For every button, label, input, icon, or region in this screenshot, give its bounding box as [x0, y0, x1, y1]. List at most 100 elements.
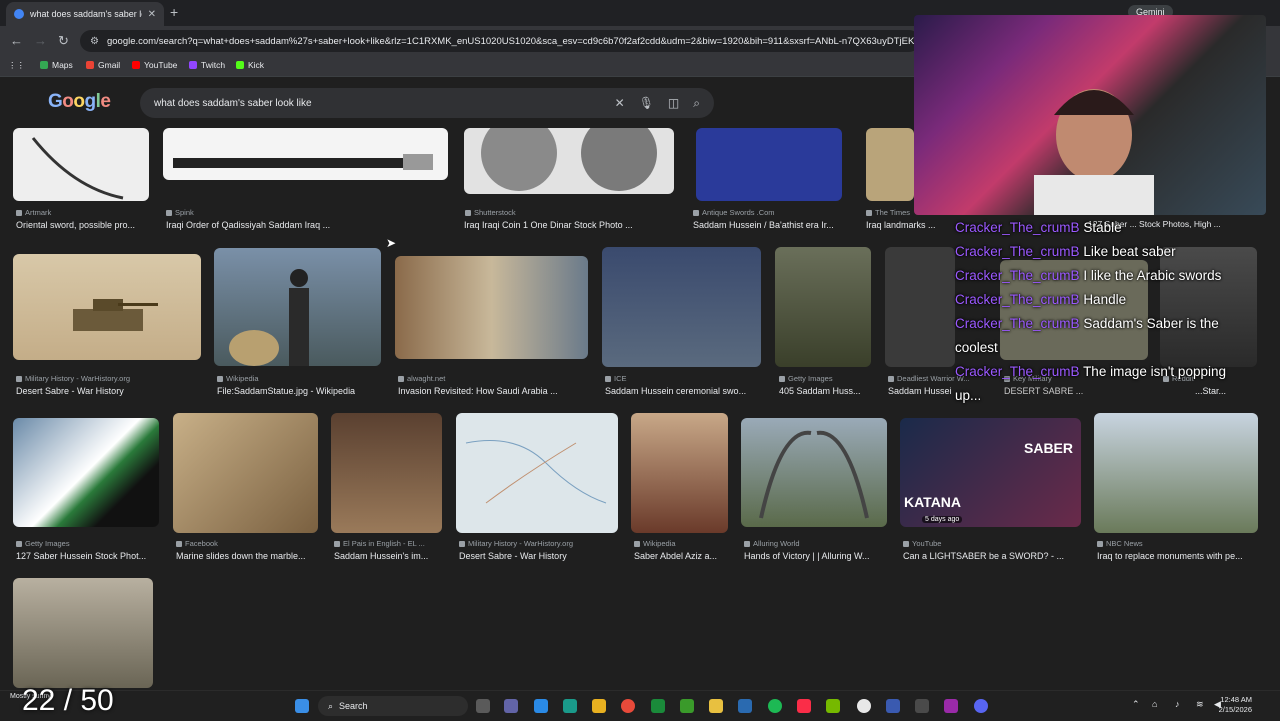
site-info-icon[interactable]: ⚙	[90, 36, 99, 47]
result-title[interactable]: File:SaddamStatue.jpg - Wikipedia	[217, 386, 382, 396]
result-image[interactable]	[885, 247, 955, 367]
minecraft-icon[interactable]	[680, 699, 694, 713]
result-source[interactable]: El Pais in English - EL ...	[334, 539, 425, 548]
result-image[interactable]	[173, 413, 318, 533]
discord-icon[interactable]	[974, 699, 988, 713]
close-tab-icon[interactable]: ✕	[148, 9, 156, 20]
result-image[interactable]	[13, 418, 159, 527]
result-image[interactable]	[13, 578, 153, 688]
result-image[interactable]: KATANA SABER 5 days ago	[900, 418, 1081, 527]
result-image[interactable]	[696, 128, 842, 201]
reload-icon[interactable]: ↻	[58, 33, 69, 49]
result-image[interactable]	[631, 413, 728, 533]
result-title[interactable]: Marine slides down the marble...	[176, 551, 321, 561]
microphone-icon[interactable]: 🎙	[639, 96, 654, 110]
result-source[interactable]: Getty Images	[779, 374, 833, 383]
nvidia-icon[interactable]	[826, 699, 840, 713]
microphone-icon[interactable]: ♪	[1175, 699, 1180, 709]
result-image[interactable]	[331, 413, 442, 533]
result-image[interactable]	[464, 128, 674, 194]
result-source[interactable]: ICE	[605, 374, 627, 383]
result-title[interactable]: Hands of Victory | | Alluring W...	[744, 551, 889, 561]
result-image[interactable]	[13, 254, 201, 360]
app-icon[interactable]	[738, 699, 752, 713]
wifi-icon[interactable]: ≋	[1196, 699, 1204, 710]
steam-icon[interactable]	[857, 699, 871, 713]
network-icon[interactable]: ⌂	[1152, 699, 1157, 709]
store-icon[interactable]	[592, 699, 606, 713]
bookmark-youtube[interactable]: YouTube	[132, 60, 177, 70]
result-title[interactable]: 405 Saddam Huss...	[779, 386, 871, 396]
browser-tab[interactable]: what does saddam's saber look li ✕	[6, 2, 164, 26]
result-title[interactable]: Iraqi Order of Qadissiyah Saddam Iraq ..…	[166, 220, 446, 230]
back-icon[interactable]: ←	[10, 33, 23, 48]
result-source[interactable]: Shutterstock	[465, 208, 516, 217]
result-source[interactable]: Alluring World	[744, 539, 800, 548]
clear-icon[interactable]: ✕	[615, 96, 625, 110]
result-source[interactable]: Getty Images	[16, 539, 70, 548]
result-title[interactable]: Invasion Revisited: How Saudi Arabia ...	[398, 386, 588, 396]
result-image[interactable]	[866, 128, 914, 201]
result-image[interactable]	[163, 128, 448, 180]
result-source[interactable]: Wikipedia	[634, 539, 676, 548]
result-title[interactable]: Saddam Hussein ceremonial swo...	[605, 386, 763, 396]
app-icon[interactable]	[915, 699, 929, 713]
new-tab-button[interactable]: +	[170, 4, 178, 20]
result-title[interactable]: Iraq Iraqi Coin 1 One Dinar Stock Photo …	[464, 220, 674, 230]
edge-icon[interactable]	[563, 699, 577, 713]
result-source[interactable]: alwaght.net	[398, 374, 445, 383]
teams-icon[interactable]	[504, 699, 518, 713]
result-image[interactable]	[456, 413, 618, 533]
chrome-icon[interactable]	[621, 699, 635, 713]
result-title[interactable]: Desert Sabre - War History	[16, 386, 201, 396]
result-source[interactable]: YouTube	[903, 539, 941, 548]
show-hidden-icons[interactable]: ⌃	[1132, 699, 1140, 710]
result-title[interactable]: Saddam Hussein	[888, 386, 952, 396]
result-image[interactable]	[1094, 413, 1258, 533]
result-image[interactable]	[395, 256, 588, 359]
result-title[interactable]: Saddam Hussein / Ba'athist era Ir...	[693, 220, 845, 230]
result-source[interactable]: Spink	[166, 208, 194, 217]
app-icon[interactable]	[886, 699, 900, 713]
bookmark-twitch[interactable]: Twitch	[189, 60, 225, 70]
result-source[interactable]: Antique Swords .Com	[693, 208, 775, 217]
result-title[interactable]: Desert Sabre - War History	[459, 551, 619, 561]
result-source[interactable]: The Times	[866, 208, 910, 217]
apps-icon[interactable]: ⋮⋮	[8, 60, 25, 71]
file-explorer-icon[interactable]	[709, 699, 723, 713]
result-title[interactable]: 127 Saber Hussein Stock Phot...	[16, 551, 161, 561]
result-source[interactable]: Military History - WarHistory.org	[16, 374, 130, 383]
result-source[interactable]: NBC News	[1097, 539, 1143, 548]
spotify-icon[interactable]	[768, 699, 782, 713]
system-clock[interactable]: 12:48 AM 2/15/2026	[1219, 695, 1252, 715]
result-source[interactable]: Wikipedia	[217, 374, 259, 383]
search-icon[interactable]: ⌕	[693, 96, 700, 111]
result-image[interactable]	[741, 418, 887, 527]
result-source[interactable]: Military History - WarHistory.org	[459, 539, 573, 548]
result-image[interactable]	[13, 128, 149, 201]
bookmark-maps[interactable]: Maps	[40, 60, 73, 70]
windows-start-icon[interactable]	[295, 699, 309, 713]
result-title[interactable]: Saber Abdel Aziz a...	[634, 551, 729, 561]
google-logo[interactable]: Google	[48, 91, 111, 113]
result-title[interactable]: Oriental sword, possible pro...	[16, 220, 156, 230]
music-icon[interactable]	[797, 699, 811, 713]
result-title[interactable]: Iraq to replace monuments with pe...	[1097, 551, 1257, 561]
result-image[interactable]	[214, 248, 381, 366]
result-source[interactable]: Artmark	[16, 208, 51, 217]
result-title[interactable]: Saddam Hussein's im...	[334, 551, 444, 561]
search-input[interactable]: what does saddam's saber look like	[154, 98, 601, 109]
copilot-icon[interactable]	[534, 699, 548, 713]
bookmark-kick[interactable]: Kick	[236, 60, 264, 70]
task-view-icon[interactable]	[476, 699, 490, 713]
forward-icon[interactable]: →	[34, 33, 47, 48]
bookmark-gmail[interactable]: Gmail	[86, 60, 120, 70]
lens-icon[interactable]: ◫	[668, 96, 679, 110]
result-title[interactable]: Iraq landmarks ...	[866, 220, 936, 230]
taskbar-search[interactable]: ⌕ Search	[318, 696, 468, 716]
result-image[interactable]	[775, 247, 871, 367]
obs-icon[interactable]	[944, 699, 958, 713]
xbox-icon[interactable]	[651, 699, 665, 713]
result-source[interactable]: Facebook	[176, 539, 218, 548]
address-bar[interactable]: ⚙ google.com/search?q=what+does+saddam%2…	[80, 30, 920, 52]
